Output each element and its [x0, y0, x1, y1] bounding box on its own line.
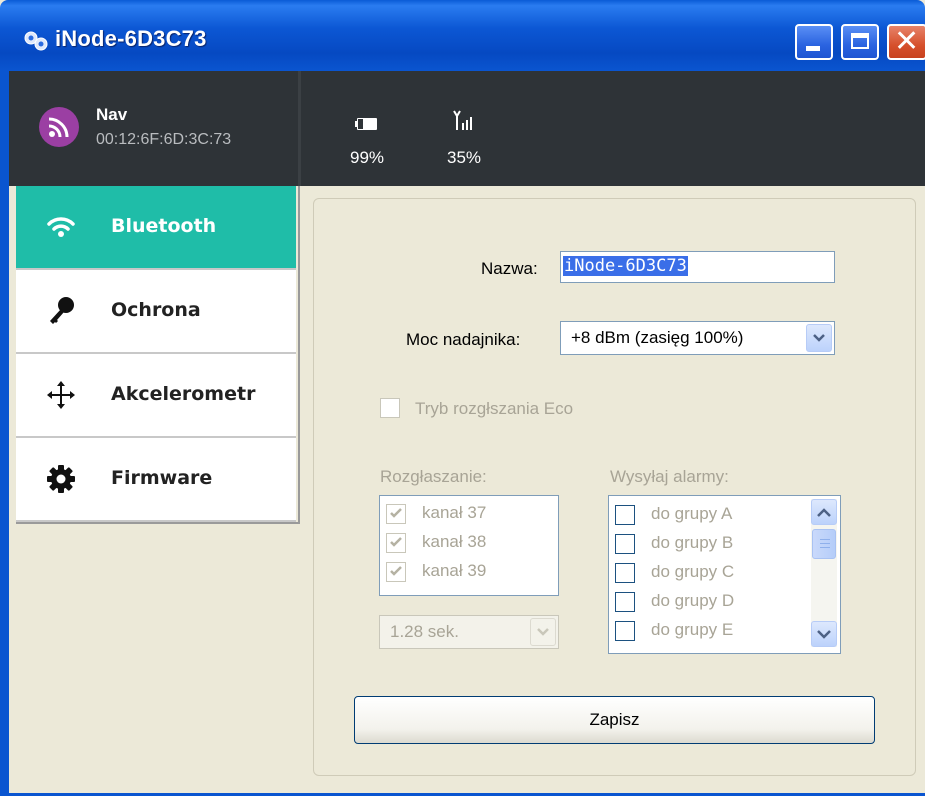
interval-select[interactable]: 1.28 sek. — [379, 615, 559, 649]
advertising-label: Rozgłaszanie: — [380, 467, 487, 486]
wifi-icon — [47, 217, 75, 237]
sidebar-item-ochrona[interactable]: Ochrona — [16, 270, 296, 354]
name-field-value: iNode-6D3C73 — [563, 256, 688, 276]
sidebar-item-firmware[interactable]: Firmware — [16, 438, 296, 522]
power-select[interactable]: +8 dBm (zasięg 100%) — [560, 321, 835, 355]
signal-value: 35% — [447, 148, 482, 167]
eco-label: Tryb rozgłszania Eco — [415, 399, 574, 418]
scroll-thumb[interactable] — [812, 529, 836, 559]
battery-icon — [355, 118, 377, 130]
channel-37-checkbox[interactable] — [386, 504, 406, 524]
alarms-label: Wysyłaj alarmy: — [610, 467, 729, 486]
channel-38-checkbox[interactable] — [386, 533, 406, 553]
interval-select-value: 1.28 sek. — [390, 622, 459, 641]
gear-icon — [47, 465, 75, 493]
group-c-checkbox[interactable] — [615, 563, 635, 583]
device-name: Nav — [96, 105, 128, 124]
save-button[interactable]: Zapisz — [354, 696, 875, 744]
sidebar-item-label: Akcelerometr — [111, 383, 256, 405]
sidebar-item-bluetooth[interactable]: Bluetooth — [16, 186, 296, 270]
alarm-groups-scrollbar[interactable] — [811, 499, 837, 647]
chevron-down-icon — [817, 630, 831, 639]
eco-checkbox[interactable] — [380, 398, 400, 418]
signal-icon — [453, 110, 472, 130]
close-icon: ✕ — [894, 25, 920, 58]
sidebar-item-akcelerometr[interactable]: Akcelerometr — [16, 354, 296, 438]
maximize-button[interactable] — [841, 24, 879, 60]
chevron-down-icon[interactable] — [806, 324, 832, 352]
minimize-button[interactable] — [795, 24, 833, 60]
scroll-down-button[interactable] — [811, 621, 837, 647]
name-label: Nazwa: — [481, 259, 538, 278]
close-button[interactable]: ✕ — [887, 24, 925, 60]
channel-label: kanał 37 — [422, 503, 487, 522]
channel-label: kanał 39 — [422, 561, 487, 580]
title-bar[interactable]: iNode-6D3C73 ✕ — [0, 0, 925, 71]
group-label: do grupy C — [651, 562, 735, 581]
sidebar: Bluetooth Ochrona Akcelerometr Firmware — [16, 186, 300, 524]
battery-value: 99% — [350, 148, 385, 167]
gears-icon — [24, 31, 48, 51]
alarm-groups-list[interactable]: do grupy A do grupy B do grupy C do grup… — [608, 495, 841, 654]
channels-list: kanał 37 kanał 38 kanał 39 — [379, 495, 559, 596]
maximize-icon — [851, 33, 869, 49]
scroll-up-button[interactable] — [811, 499, 837, 525]
group-b-checkbox[interactable] — [615, 534, 635, 554]
group-d-checkbox[interactable] — [615, 592, 635, 612]
channel-label: kanał 38 — [422, 532, 487, 551]
group-label: do grupy B — [651, 533, 734, 552]
group-label: do grupy A — [651, 504, 733, 523]
chevron-up-icon — [817, 508, 831, 517]
group-a-checkbox[interactable] — [615, 505, 635, 525]
move-arrows-icon — [47, 381, 75, 409]
app-window: iNode-6D3C73 ✕ Nav 00:12:6F:6D:3C:73 99% — [0, 0, 925, 796]
group-label: do grupy D — [651, 591, 735, 610]
sidebar-item-label: Firmware — [111, 467, 213, 489]
header-divider — [298, 71, 301, 186]
chevron-down-icon[interactable] — [530, 618, 556, 646]
bluetooth-settings-panel: Nazwa: iNode-6D3C73 Moc nadajnika: +8 dB… — [313, 198, 916, 776]
channel-39-checkbox[interactable] — [386, 562, 406, 582]
power-select-value: +8 dBm (zasięg 100%) — [571, 328, 744, 347]
save-button-label: Zapisz — [589, 710, 640, 729]
avatar — [39, 107, 79, 147]
device-mac: 00:12:6F:6D:3C:73 — [96, 131, 232, 148]
group-e-checkbox[interactable] — [615, 621, 635, 641]
sidebar-item-label: Bluetooth — [111, 215, 217, 237]
rss-icon — [48, 117, 69, 138]
window-frame-left — [0, 71, 9, 796]
power-label: Moc nadajnika: — [406, 330, 521, 349]
window-title: iNode-6D3C73 — [55, 26, 207, 51]
name-field[interactable]: iNode-6D3C73 — [560, 251, 835, 283]
sidebar-item-label: Ochrona — [111, 299, 201, 321]
minimize-icon — [806, 46, 820, 51]
group-label: do grupy E — [651, 620, 734, 639]
device-header: Nav 00:12:6F:6D:3C:73 99% 35% — [9, 71, 925, 186]
key-icon — [50, 297, 74, 324]
